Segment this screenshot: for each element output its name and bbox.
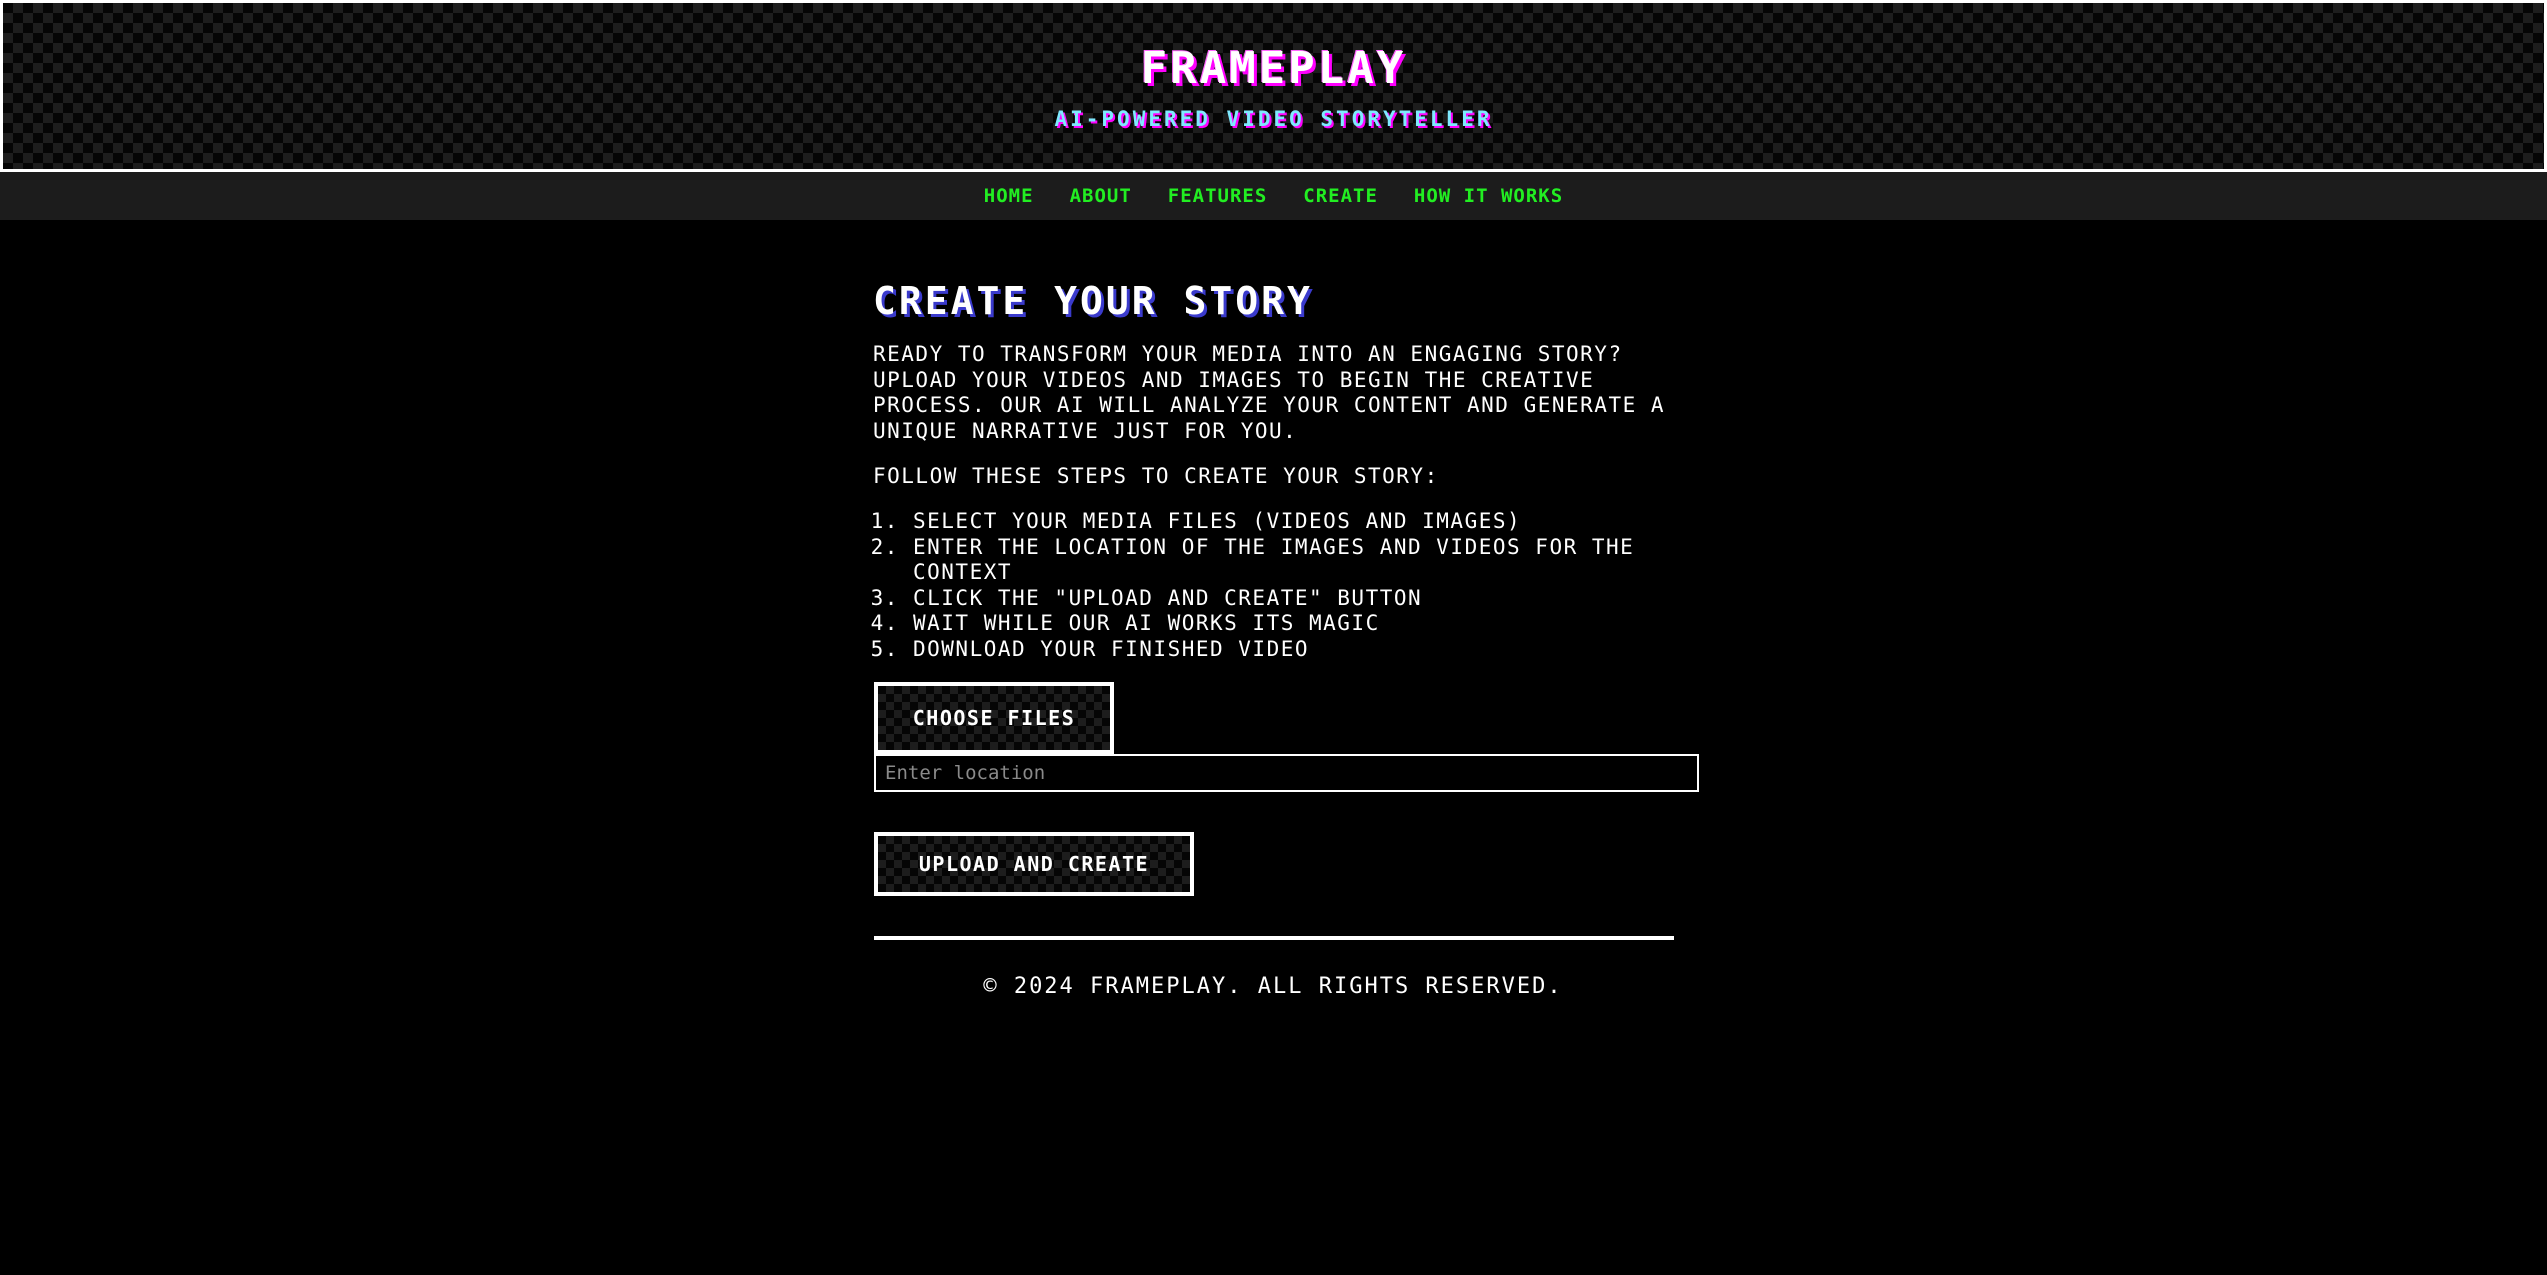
nav-list: HOME ABOUT FEATURES CREATE HOW IT WORKS [984,172,1563,221]
site-title: FRAMEPLAY [1140,43,1407,94]
create-section: CREATE YOUR STORY READY TO TRANSFORM YOU… [873,270,1703,1002]
step-item: ENTER THE LOCATION OF THE IMAGES AND VID… [913,535,1703,586]
intro-text: READY TO TRANSFORM YOUR MEDIA INTO AN EN… [873,342,1666,443]
nav-item-home: HOME [984,172,1034,221]
site-header: FRAMEPLAY AI-POWERED VIDEO STORYTELLER [0,0,2547,172]
nav-link-how-it-works[interactable]: HOW IT WORKS [1414,185,1563,207]
location-input[interactable] [874,754,1699,792]
nav-item-create: CREATE [1303,172,1378,221]
upload-and-create-button[interactable]: UPLOAD AND CREATE [874,832,1194,896]
footer-copyright: © 2024 FRAMEPLAY. ALL RIGHTS RESERVED. [983,974,1563,999]
steps-lead: FOLLOW THESE STEPS TO CREATE YOUR STORY: [873,464,1439,488]
steps-list: SELECT YOUR MEDIA FILES (VIDEOS AND IMAG… [873,509,1703,662]
step-item: DOWNLOAD YOUR FINISHED VIDEO [913,637,1703,663]
page-title: CREATE YOUR STORY [873,279,1313,323]
step-item: SELECT YOUR MEDIA FILES (VIDEOS AND IMAG… [913,509,1703,535]
footer-divider [874,936,1674,940]
main-nav: HOME ABOUT FEATURES CREATE HOW IT WORKS [0,172,2547,220]
step-item: WAIT WHILE OUR AI WORKS ITS MAGIC [913,611,1703,637]
nav-item-features: FEATURES [1168,172,1268,221]
nav-item-how-it-works: HOW IT WORKS [1414,172,1563,221]
nav-link-features[interactable]: FEATURES [1168,185,1268,207]
choose-files-button[interactable]: CHOOSE FILES [874,682,1114,754]
nav-item-about: ABOUT [1070,172,1132,221]
nav-link-create[interactable]: CREATE [1303,185,1378,207]
step-item: CLICK THE "UPLOAD AND CREATE" BUTTON [913,586,1703,612]
nav-link-about[interactable]: ABOUT [1070,185,1132,207]
site-subtitle: AI-POWERED VIDEO STORYTELLER [1054,107,1493,131]
nav-link-home[interactable]: HOME [984,185,1034,207]
